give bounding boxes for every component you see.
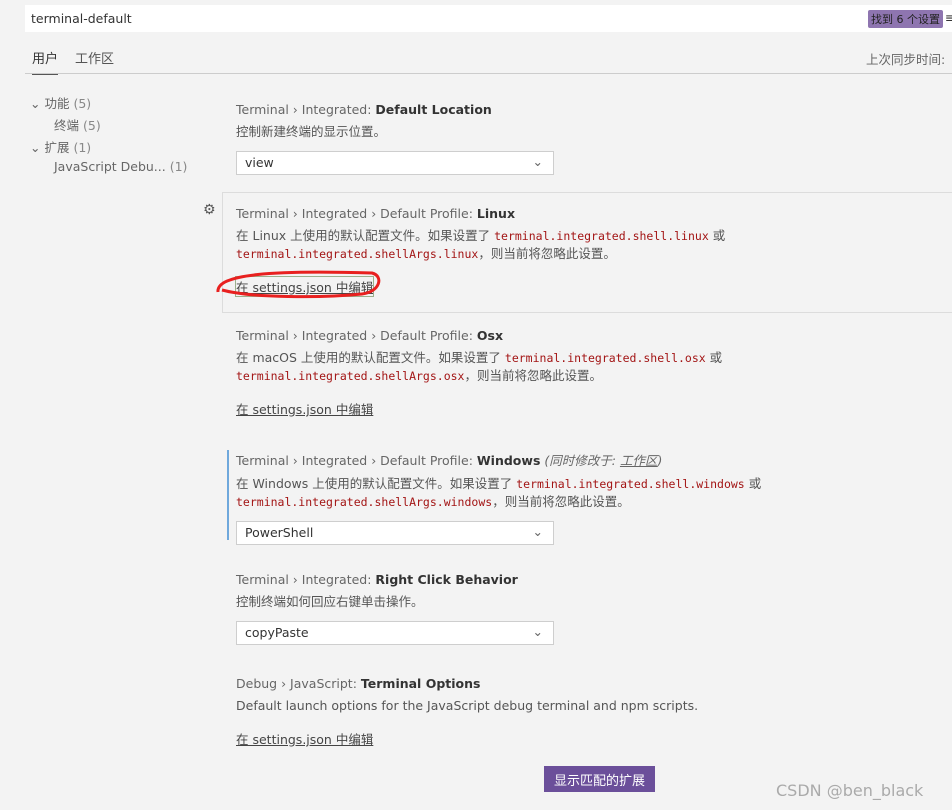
tree-count: (1) <box>169 159 188 174</box>
chevron-down-icon: ⌄ <box>532 524 543 539</box>
tree-count: (1) <box>73 140 92 155</box>
tab-divider <box>25 73 952 74</box>
tree-label: JavaScript Debu... <box>54 159 166 174</box>
settings-search-input[interactable] <box>25 5 952 32</box>
setting-right-click: Terminal › Integrated: Right Click Behav… <box>236 572 554 645</box>
tree-count: (5) <box>73 96 92 111</box>
sync-status: 上次同步时间: <box>866 52 946 67</box>
chevron-down-icon: ⌄ <box>532 154 543 169</box>
show-matching-extensions-button[interactable]: 显示匹配的扩展 <box>544 766 655 792</box>
right-click-select[interactable]: copyPaste ⌄ <box>236 621 554 645</box>
chevron-down-icon: ⌄ <box>30 96 41 111</box>
tree-item-extensions[interactable]: ⌄ 扩展 (1) <box>30 137 91 156</box>
gear-icon[interactable]: ⚙ <box>203 202 216 218</box>
workspace-link[interactable]: 工作区 <box>620 453 658 468</box>
setting-profile-osx: Terminal › Integrated › Default Profile:… <box>236 328 723 418</box>
results-count-badge: 找到 6 个设置 <box>868 10 943 28</box>
setting-profile-windows: Terminal › Integrated › Default Profile:… <box>236 450 761 545</box>
tree-label: 终端 <box>54 118 80 133</box>
setting-terminal-options: Debug › JavaScript: Terminal Options Def… <box>236 676 699 748</box>
watermark: CSDN @ben_black <box>776 781 924 800</box>
setting-default-location: Terminal › Integrated: Default Location … <box>236 102 554 175</box>
tree-label: 功能 <box>44 96 70 111</box>
tree-item-features[interactable]: ⌄ 功能 (5) <box>30 93 91 112</box>
modified-indicator <box>227 450 229 540</box>
red-annotation-circle <box>216 270 381 299</box>
tree-label: 扩展 <box>44 140 70 155</box>
tab-workspace[interactable]: 工作区 <box>75 48 114 67</box>
tree-count: (5) <box>83 118 101 133</box>
tab-user[interactable]: 用户 <box>32 48 59 75</box>
windows-profile-select[interactable]: PowerShell ⌄ <box>236 521 554 545</box>
chevron-down-icon: ⌄ <box>30 140 41 155</box>
tree-item-js-debug[interactable]: JavaScript Debu... (1) <box>54 159 187 174</box>
default-location-select[interactable]: view ⌄ <box>236 151 554 175</box>
edit-in-settings-json-link[interactable]: 在 settings.json 中编辑 <box>236 399 373 418</box>
list-filter-icon[interactable]: ≡ <box>945 10 952 25</box>
edit-in-settings-json-link[interactable]: 在 settings.json 中编辑 <box>236 729 373 748</box>
tree-item-terminal[interactable]: 终端 (5) <box>54 115 101 134</box>
chevron-down-icon: ⌄ <box>532 624 543 639</box>
